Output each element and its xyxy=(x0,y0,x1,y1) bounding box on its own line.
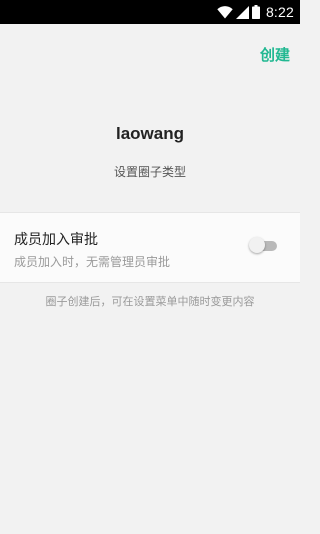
member-join-review-toggle[interactable] xyxy=(249,237,277,253)
cell-signal-icon xyxy=(235,5,249,19)
battery-icon xyxy=(251,5,260,19)
footer-note: 圈子创建后，可在设置菜单中随时变更内容 xyxy=(45,295,255,308)
set-group-type-link[interactable]: 设置圈子类型 xyxy=(0,163,300,180)
member-join-review-description: 成员加入时，无需管理员审批 xyxy=(14,255,171,269)
app-bar: 创建 xyxy=(0,24,300,84)
member-join-review-title: 成员加入审批 xyxy=(14,232,98,248)
wifi-icon xyxy=(217,5,233,19)
member-join-review-row: 成员加入审批 成员加入时，无需管理员审批 xyxy=(0,212,300,283)
toggle-knob xyxy=(249,237,265,253)
status-time: 8:22 xyxy=(265,4,294,20)
group-name: laowang xyxy=(115,124,184,143)
status-bar: 8:22 xyxy=(0,0,300,24)
create-button[interactable]: 创建 xyxy=(260,44,290,65)
status-icons: 8:22 xyxy=(217,0,300,24)
